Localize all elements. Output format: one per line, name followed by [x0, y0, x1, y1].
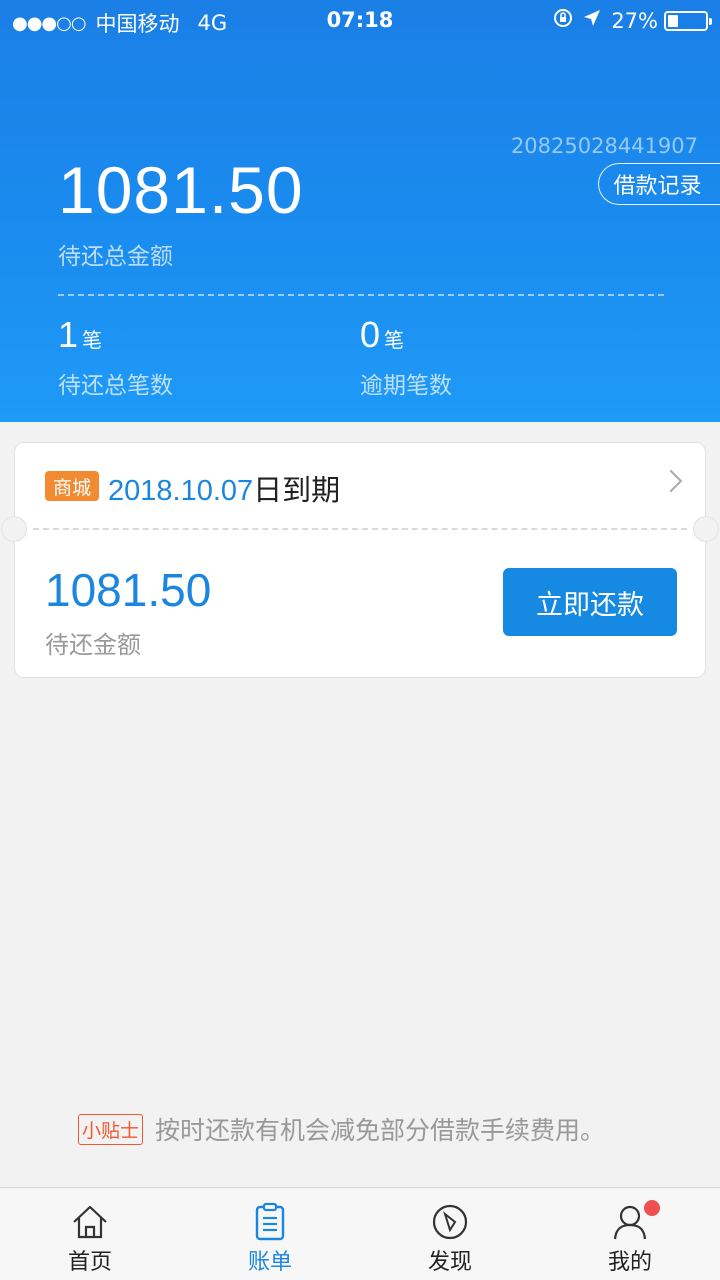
due-date-text: 2018.10.07日到期 [108, 467, 340, 509]
tab-home-label: 首页 [67, 1250, 112, 1275]
overdue-count-value: 0 [360, 314, 381, 355]
tab-home[interactable]: 首页 [0, 1188, 180, 1280]
total-due-label: 待还总金额 [58, 244, 173, 270]
rotation-lock-icon [553, 8, 573, 33]
tab-discover-label: 发现 [427, 1250, 472, 1275]
tab-bills-label: 账单 [247, 1250, 292, 1275]
total-due-amount: 1081.50 [58, 153, 304, 227]
app-root: ●●●○○ 中国移动 4G 07:18 27% 20825028441907 借… [0, 0, 720, 1280]
header-divider [58, 294, 664, 296]
compass-icon [432, 1204, 468, 1240]
tab-bills[interactable]: 账单 [180, 1188, 360, 1280]
location-icon [583, 9, 601, 32]
loan-records-button[interactable]: 借款记录 [598, 163, 720, 205]
pending-count-unit: 笔 [82, 328, 103, 352]
home-icon [73, 1205, 107, 1239]
tab-mine[interactable]: 我的 [540, 1188, 720, 1280]
status-right: 27% [543, 8, 712, 33]
battery-percent: 27% [611, 8, 658, 33]
bill-icon [255, 1202, 285, 1241]
bill-amount: 1081.50 [45, 564, 212, 616]
pending-count-value: 1 [58, 314, 79, 355]
notification-dot [644, 1200, 660, 1216]
tip-row: 小贴士 按时还款有机会减免部分借款手续费用。 [78, 1111, 605, 1147]
chevron-right-icon[interactable] [659, 469, 683, 493]
tab-discover[interactable]: 发现 [360, 1188, 540, 1280]
tip-text: 按时还款有机会减免部分借款手续费用。 [155, 1116, 606, 1145]
stat-overdue-count: 0笔 逾期笔数 [360, 314, 452, 400]
card-notch-right [693, 516, 719, 542]
status-bar: ●●●○○ 中国移动 4G 07:18 27% [0, 0, 720, 40]
bill-card-header[interactable]: 商城 2018.10.07日到期 [15, 443, 705, 529]
battery-fill [668, 14, 678, 27]
bill-card: 商城 2018.10.07日到期 1081.50 待还金额 立即还款 [1, 442, 719, 678]
tip-badge: 小贴士 [78, 1113, 144, 1145]
due-suffix: 日到期 [253, 473, 341, 507]
overdue-count-label: 逾期笔数 [360, 373, 452, 399]
bottom-tab-bar: 首页 账单 发现 我的 [0, 1187, 720, 1280]
bill-amount-label: 待还金额 [45, 631, 141, 659]
repay-now-button[interactable]: 立即还款 [503, 568, 677, 636]
pending-count-label: 待还总笔数 [58, 373, 173, 399]
tab-mine-label: 我的 [607, 1250, 652, 1275]
battery-icon [664, 10, 712, 31]
summary-header: ●●●○○ 中国移动 4G 07:18 27% 20825028441907 借… [0, 0, 720, 422]
due-date: 2018.10.07 [108, 475, 254, 507]
stat-pending-count: 1笔 待还总笔数 [58, 314, 173, 400]
account-number: 20825028441907 [510, 134, 698, 158]
overdue-count-unit: 笔 [384, 328, 405, 352]
mall-tag: 商城 [45, 471, 100, 501]
card-divider [33, 528, 687, 530]
card-notch-left [1, 516, 27, 542]
